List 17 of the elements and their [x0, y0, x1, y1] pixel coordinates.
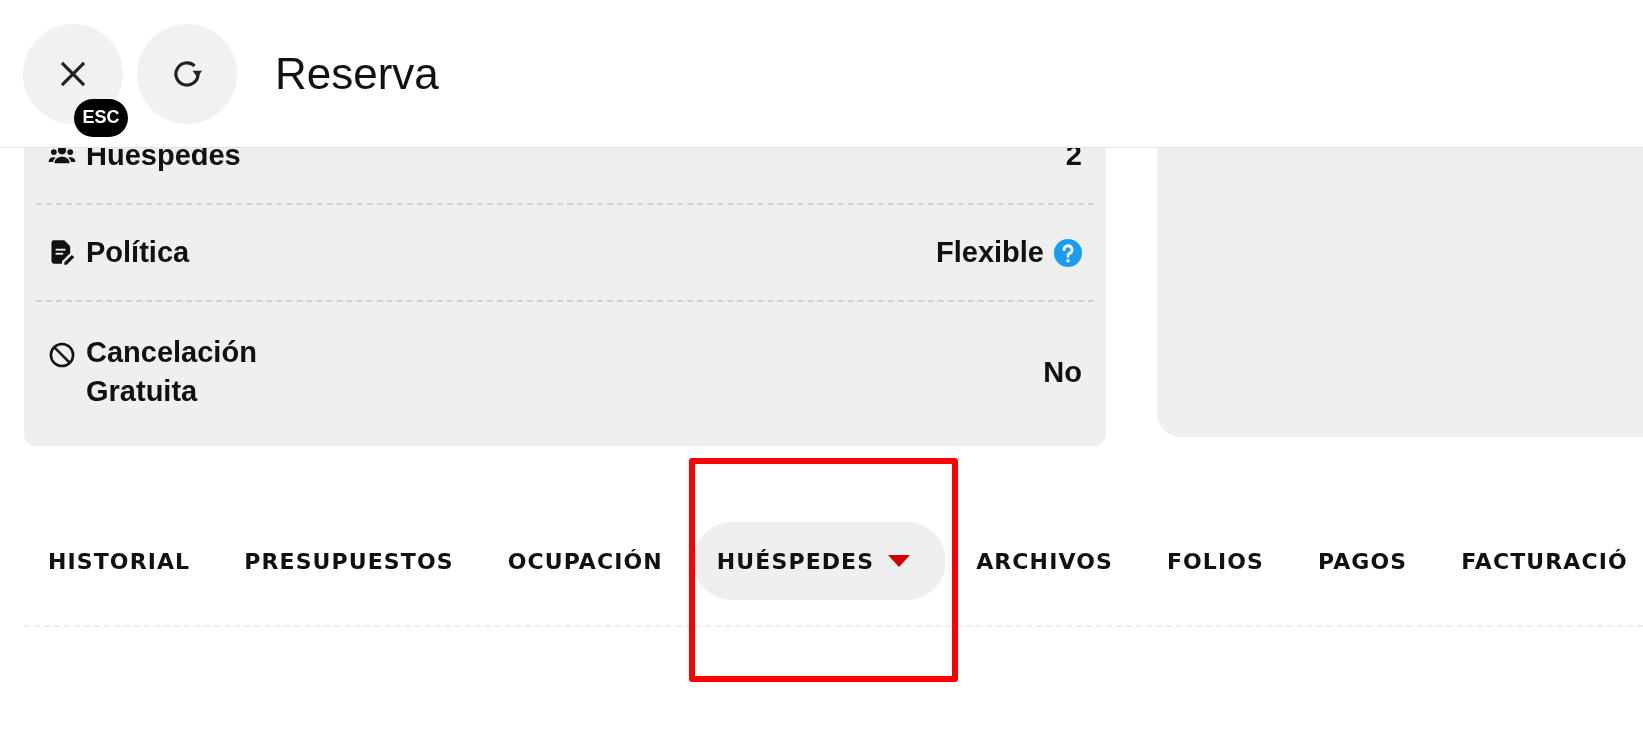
tab[interactable]: FOLIOS — [1142, 522, 1288, 600]
detail-label: Política — [86, 234, 190, 270]
tab[interactable]: HISTORIAL — [24, 522, 215, 600]
tab[interactable]: HUÉSPEDES — [692, 522, 947, 600]
prohibited-icon — [48, 340, 76, 369]
tab[interactable]: OCUPACIÓN — [483, 522, 687, 600]
detail-label: Cancelación Gratuita — [86, 334, 258, 409]
tab[interactable]: FACTURACIÓ — [1437, 522, 1643, 600]
detail-value: No — [1043, 355, 1082, 389]
shortcut-badge: ESC — [74, 98, 128, 137]
detail-label: Huéspedes — [86, 137, 241, 173]
window-title: Reserva — [275, 48, 439, 99]
tab[interactable]: PRESUPUESTOS — [220, 522, 478, 600]
tab[interactable]: PAGOS — [1294, 522, 1432, 600]
help-icon[interactable] — [1054, 238, 1082, 267]
tab[interactable]: ARCHIVOS — [952, 522, 1137, 600]
detail-value: Flexible — [936, 236, 1044, 269]
